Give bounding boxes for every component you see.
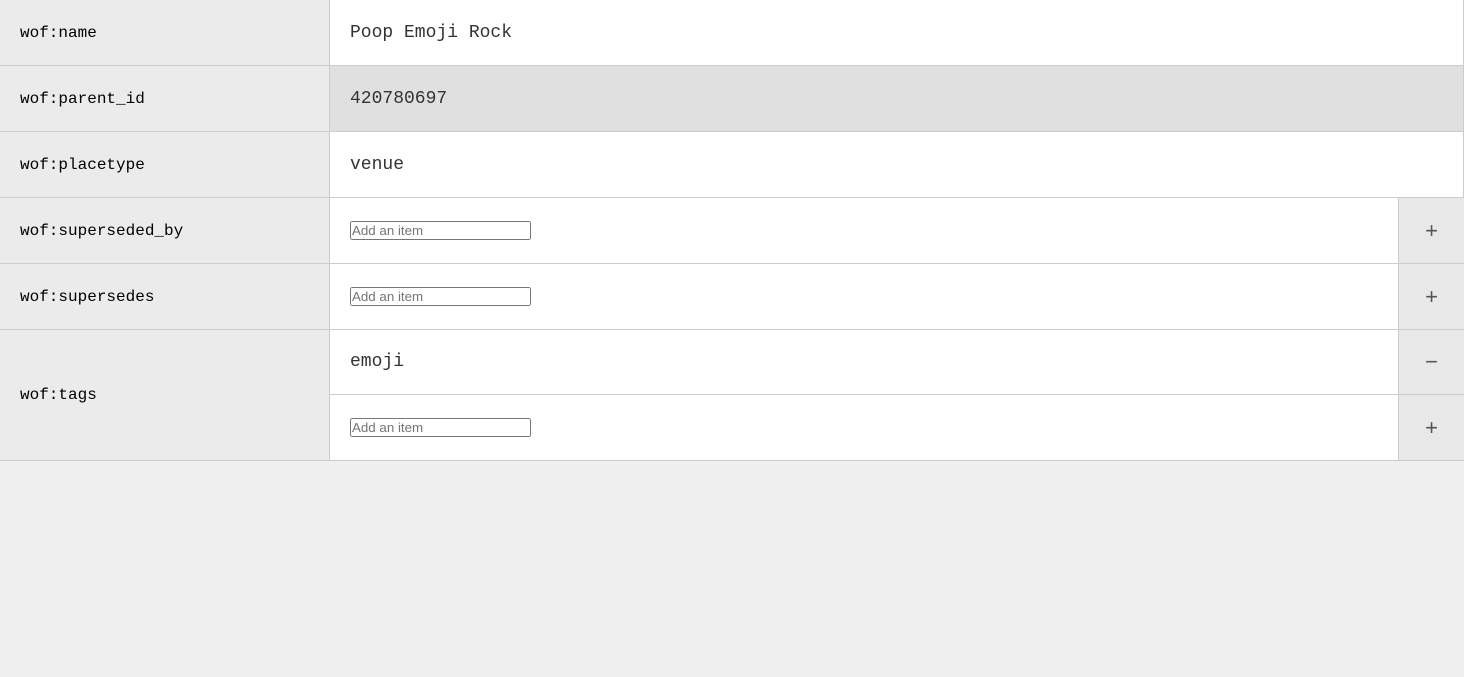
add-superseded-by-button[interactable]: +	[1399, 198, 1464, 263]
value-tag-emoji: emoji	[330, 330, 1399, 394]
label-parent-id-text: wof:parent_id	[20, 90, 145, 108]
value-superseded-by[interactable]	[330, 198, 1399, 263]
value-supersedes[interactable]	[330, 264, 1399, 329]
label-placetype-text: wof:placetype	[20, 156, 145, 174]
row-name: wof:name Poop Emoji Rock	[0, 0, 1464, 66]
label-parent-id: wof:parent_id	[0, 66, 330, 131]
value-row-name: Poop Emoji Rock	[330, 0, 1464, 65]
value-row-supersedes: +	[330, 264, 1464, 329]
value-row-parent-id: 420780697	[330, 66, 1464, 131]
placetype-value-text: venue	[350, 155, 404, 175]
supersedes-input[interactable]	[350, 287, 531, 306]
value-name: Poop Emoji Rock	[330, 0, 1464, 65]
row-placetype: wof:placetype venue	[0, 132, 1464, 198]
tag-emoji-text: emoji	[350, 352, 404, 372]
row-parent-id: wof:parent_id 420780697	[0, 66, 1464, 132]
label-superseded-by-text: wof:superseded_by	[20, 222, 183, 240]
value-row-placetype: venue	[330, 132, 1464, 197]
name-value-text: Poop Emoji Rock	[350, 23, 512, 43]
label-tags-text: wof:tags	[20, 386, 97, 404]
value-col-name: Poop Emoji Rock	[330, 0, 1464, 65]
property-table: wof:name Poop Emoji Rock wof:parent_id 4…	[0, 0, 1464, 677]
remove-tag-emoji-button[interactable]: −	[1399, 330, 1464, 394]
value-col-superseded-by: +	[330, 198, 1464, 263]
value-col-supersedes: +	[330, 264, 1464, 329]
tags-item-emoji: emoji −	[330, 330, 1464, 395]
label-name-text: wof:name	[20, 24, 97, 42]
value-row-superseded-by: +	[330, 198, 1464, 263]
row-tags: wof:tags emoji − +	[0, 330, 1464, 461]
label-tags: wof:tags	[0, 330, 330, 460]
label-placetype: wof:placetype	[0, 132, 330, 197]
add-supersedes-button[interactable]: +	[1399, 264, 1464, 329]
value-col-placetype: venue	[330, 132, 1464, 197]
label-superseded-by: wof:superseded_by	[0, 198, 330, 263]
row-supersedes: wof:supersedes +	[0, 264, 1464, 330]
value-parent-id: 420780697	[330, 66, 1464, 131]
label-supersedes: wof:supersedes	[0, 264, 330, 329]
superseded-by-input[interactable]	[350, 221, 531, 240]
tags-add-input[interactable]	[350, 418, 531, 437]
row-superseded-by: wof:superseded_by +	[0, 198, 1464, 264]
label-name: wof:name	[0, 0, 330, 65]
tags-add-item: +	[330, 395, 1464, 460]
label-supersedes-text: wof:supersedes	[20, 288, 154, 306]
value-col-parent-id: 420780697	[330, 66, 1464, 131]
value-tag-add[interactable]	[330, 395, 1399, 460]
value-placetype: venue	[330, 132, 1464, 197]
add-tag-button[interactable]: +	[1399, 395, 1464, 460]
parent-id-value-text: 420780697	[350, 89, 447, 109]
value-col-tags: emoji − +	[330, 330, 1464, 460]
